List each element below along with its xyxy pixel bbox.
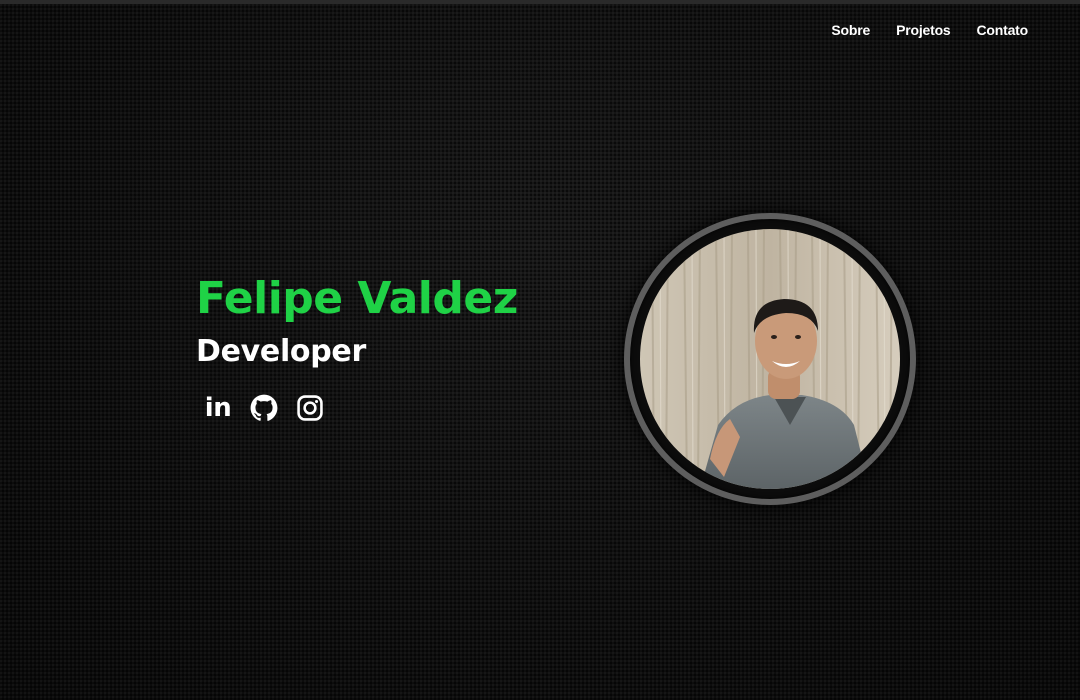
linkedin-icon: in: [204, 393, 232, 423]
profile-photo-frame: [624, 213, 916, 505]
main-nav: Sobre Projetos Contato: [831, 22, 1028, 38]
instagram-icon: [297, 395, 323, 421]
github-icon: [250, 394, 278, 421]
profile-photo-illustration: [640, 229, 900, 489]
instagram-link[interactable]: [294, 392, 326, 424]
hero-role: Developer: [196, 334, 366, 369]
nav-link-sobre[interactable]: Sobre: [831, 22, 870, 38]
nav-link-projetos[interactable]: Projetos: [896, 22, 951, 38]
github-link[interactable]: [248, 392, 280, 424]
social-links: in: [202, 392, 518, 424]
nav-link-contato[interactable]: Contato: [977, 22, 1029, 38]
profile-photo: [640, 229, 900, 489]
top-edge-bar: [0, 0, 1080, 4]
hero-section: Felipe Valdez Developer in: [196, 270, 518, 424]
linkedin-link[interactable]: in: [202, 392, 234, 424]
hero-name: Felipe Valdez: [196, 273, 518, 324]
